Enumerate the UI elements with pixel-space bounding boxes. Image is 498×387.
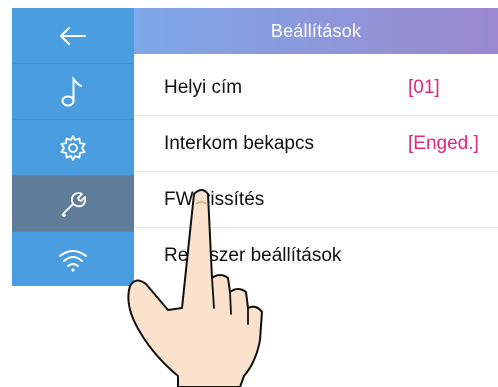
gear-icon (60, 134, 86, 161)
back-button[interactable] (12, 8, 134, 63)
sidebar-item-settings[interactable] (12, 120, 134, 175)
setting-value: [Enged.] (408, 133, 479, 154)
wifi-icon (59, 249, 87, 272)
page-title: Beállítások (270, 20, 362, 41)
sidebar (12, 8, 134, 286)
pointing-hand-illustration (127, 189, 263, 387)
header-bar: Beállítások (134, 8, 498, 54)
setting-row-intercom[interactable]: Interkom bekapcs [Enged.] (134, 116, 498, 172)
setting-value: [01] (408, 77, 440, 98)
music-note-icon (61, 75, 82, 106)
setting-label: Helyi cím (164, 77, 243, 98)
wrench-icon (61, 191, 87, 217)
setting-label: Interkom bekapcs (164, 133, 314, 154)
sidebar-item-network[interactable] (12, 232, 134, 287)
sidebar-item-tools[interactable] (12, 176, 134, 231)
setting-row-local-address[interactable]: Helyi cím [01] (134, 60, 498, 116)
back-arrow-icon (60, 26, 86, 45)
sidebar-item-sound[interactable] (12, 64, 134, 119)
